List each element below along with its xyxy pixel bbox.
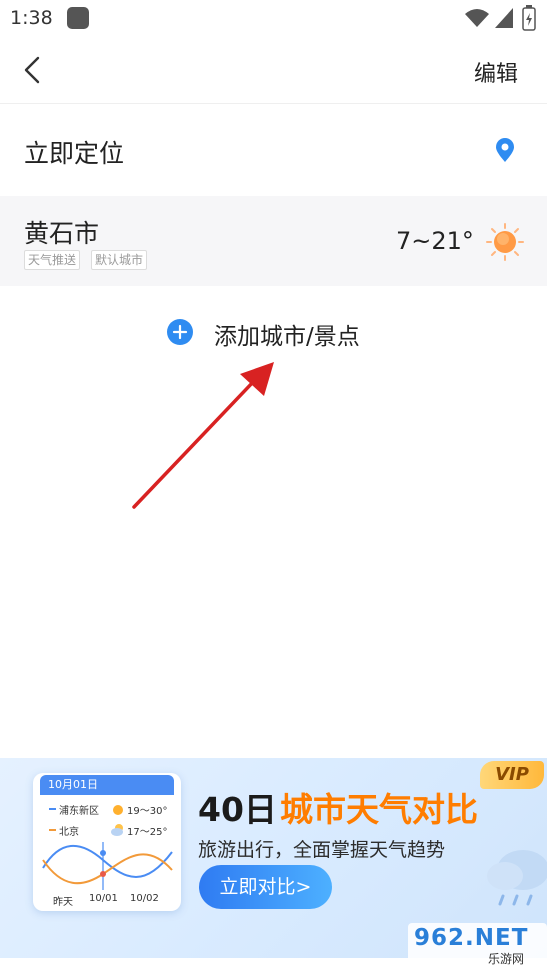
legend-swatch: [49, 808, 56, 810]
x-label: 10/01: [89, 893, 118, 904]
status-bar: 1:38: [0, 0, 547, 38]
legend-temp: 17～25°: [127, 827, 168, 838]
status-time: 1:38: [10, 7, 53, 29]
legend-name: 浦东新区: [59, 806, 99, 817]
banner-subtitle: 旅游出行，全面掌握天气趋势: [198, 839, 446, 861]
back-button[interactable]: [20, 55, 50, 85]
locate-now-label: 立即定位: [24, 139, 125, 168]
legend-temp: 19～30°: [127, 806, 168, 817]
legend-swatch: [49, 829, 56, 831]
annotation-arrow: [132, 362, 274, 509]
wifi-icon: [465, 9, 489, 27]
x-label: 10/02: [130, 893, 159, 904]
notification-icon: [67, 7, 89, 29]
signal-icon: [495, 8, 513, 28]
tag-weather-push: 天气推送: [24, 250, 81, 270]
sun-icon: [486, 223, 524, 261]
tag-default-city: 默认城市: [91, 250, 148, 270]
city-temperature: 7~21°: [396, 227, 474, 255]
legend-name: 北京: [59, 827, 79, 838]
cloud-sun-icon: [111, 824, 123, 836]
watermark-logo: 962.NET: [414, 925, 529, 951]
banner-title-highlight: 城市天气对比: [280, 790, 478, 829]
compare-now-button[interactable]: 立即对比>: [199, 865, 332, 909]
trend-chart: [42, 842, 173, 890]
x-label: 昨天: [53, 897, 73, 908]
plus-circle-icon[interactable]: [166, 318, 194, 346]
cloud-rain-icon: [487, 850, 547, 906]
location-pin-icon[interactable]: [494, 137, 516, 163]
add-city-label[interactable]: 添加城市/景点: [214, 317, 360, 351]
vip-badge: VIP: [480, 761, 544, 789]
sun-icon: [113, 805, 123, 815]
city-name: 黄石市: [24, 219, 100, 248]
edit-button[interactable]: 编辑: [474, 56, 518, 88]
banner-title-prefix: 40日: [198, 790, 277, 829]
battery-icon: [522, 5, 536, 31]
card-date: 10月01日: [40, 775, 174, 795]
watermark-sub: 乐游网: [488, 952, 525, 966]
